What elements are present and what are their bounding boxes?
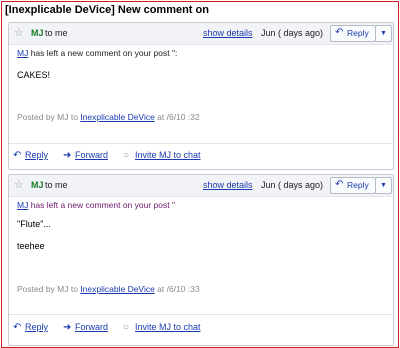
show-details-link[interactable]: show details (203, 180, 253, 190)
forward-action[interactable]: ➜ Forward (63, 322, 108, 333)
reply-button[interactable]: ↶ Reply (330, 177, 376, 194)
forward-action[interactable]: ➜ Forward (63, 150, 108, 161)
star-icon[interactable]: ☆ (14, 179, 28, 191)
forward-arrow-icon: ➜ (63, 322, 72, 333)
posted-prefix: Posted by MJ to (17, 112, 81, 122)
more-options-button[interactable]: ▼ (375, 25, 392, 42)
divider (9, 143, 393, 144)
forward-arrow-icon: ➜ (63, 150, 72, 161)
recipient-label: to me (45, 28, 68, 38)
message-card: ☆ MJ to me show details Jun ( days ago) … (8, 22, 394, 170)
recipient-label: to me (45, 180, 68, 190)
comment-notice: MJ has left a new comment on your post " (17, 200, 175, 210)
message-actions: ↶ Reply ➜ Forward ○ Invite MJ to chat (9, 319, 393, 337)
chat-bubble-icon: ○ (123, 150, 130, 161)
message-actions: ↶ Reply ➜ Forward ○ Invite MJ to chat (9, 147, 393, 165)
reply-action[interactable]: ↶ Reply (13, 322, 48, 333)
thread-subject: [Inexplicable DeVice] New comment on (5, 4, 209, 16)
reply-action[interactable]: ↶ Reply (13, 150, 48, 161)
star-icon[interactable]: ☆ (14, 27, 28, 39)
chat-bubble-icon: ○ (123, 322, 130, 333)
commenter-link[interactable]: MJ (17, 48, 28, 58)
invite-chat-action[interactable]: ○ Invite MJ to chat (123, 150, 201, 161)
posted-by-line: Posted by MJ to Inexplicable DeVice at /… (17, 112, 200, 122)
comment-notice-text: has left a new comment on your post " (28, 200, 175, 210)
email-thread-frame: [Inexplicable DeVice] New comment on ☆ M… (1, 1, 399, 348)
divider (9, 314, 393, 315)
reply-arrow-icon: ↶ (335, 179, 344, 190)
posted-by-line: Posted by MJ to Inexplicable DeVice at /… (17, 284, 200, 294)
invite-chat-label: Invite MJ to chat (135, 322, 201, 332)
message-header[interactable]: ☆ MJ to me show details Jun ( days ago) … (9, 175, 393, 197)
reply-action-label: Reply (25, 322, 49, 332)
posted-time: at /6/10 :32 (154, 112, 200, 122)
invite-chat-action[interactable]: ○ Invite MJ to chat (123, 322, 201, 333)
reply-arrow-icon: ↶ (13, 150, 22, 161)
reply-button[interactable]: ↶ Reply (330, 25, 376, 42)
commenter-link[interactable]: MJ (17, 200, 28, 210)
posted-time: at /6/10 :33 (154, 284, 200, 294)
message-date: Jun ( days ago) (261, 28, 324, 38)
sender-name[interactable]: MJ (31, 28, 44, 38)
reply-arrow-icon: ↶ (335, 27, 344, 38)
message-header[interactable]: ☆ MJ to me show details Jun ( days ago) … (9, 23, 393, 45)
comment-body-line: CAKES! (17, 70, 51, 80)
forward-action-label: Forward (75, 322, 109, 332)
message-date: Jun ( days ago) (261, 180, 324, 190)
reply-arrow-icon: ↶ (13, 322, 22, 333)
reply-action-label: Reply (25, 150, 49, 160)
comment-body-line: teehee (17, 241, 45, 251)
posted-prefix: Posted by MJ to (17, 284, 81, 294)
forward-action-label: Forward (75, 150, 109, 160)
comment-body-line: "Flute"... (17, 219, 51, 229)
blog-link[interactable]: Inexplicable DeVice (80, 112, 155, 122)
invite-chat-label: Invite MJ to chat (135, 150, 201, 160)
show-details-link[interactable]: show details (203, 28, 253, 38)
reply-button-label: Reply (347, 180, 369, 190)
reply-button-label: Reply (347, 28, 369, 38)
blog-link[interactable]: Inexplicable DeVice (80, 284, 155, 294)
sender-name[interactable]: MJ (31, 180, 44, 190)
message-card: ☆ MJ to me show details Jun ( days ago) … (8, 174, 394, 346)
more-options-button[interactable]: ▼ (375, 177, 392, 194)
comment-notice-text: has left a new comment on your post ": (28, 48, 178, 58)
comment-notice: MJ has left a new comment on your post "… (17, 48, 177, 58)
